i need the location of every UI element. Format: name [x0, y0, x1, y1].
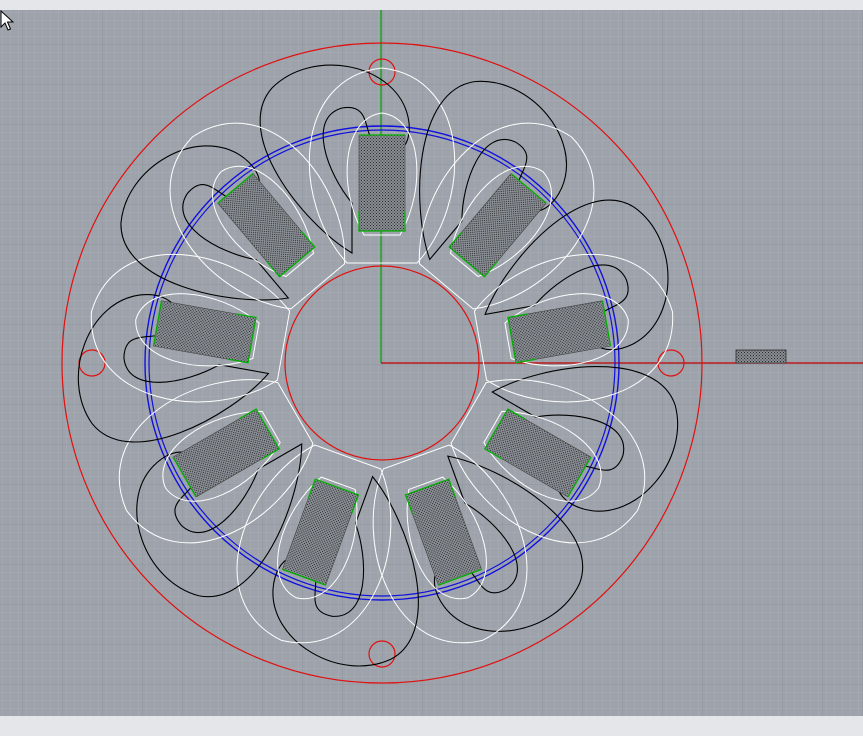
- viewport-canvas[interactable]: [0, 10, 863, 716]
- top-toolbar-strip: [0, 0, 863, 10]
- scatter-object[interactable]: [735, 349, 787, 364]
- mouse-pointer-icon: [0, 10, 14, 31]
- status-bar-strip: [0, 716, 863, 736]
- coil-section[interactable]: [358, 134, 406, 232]
- cad-viewport[interactable]: [0, 10, 863, 716]
- application-window: [0, 0, 863, 736]
